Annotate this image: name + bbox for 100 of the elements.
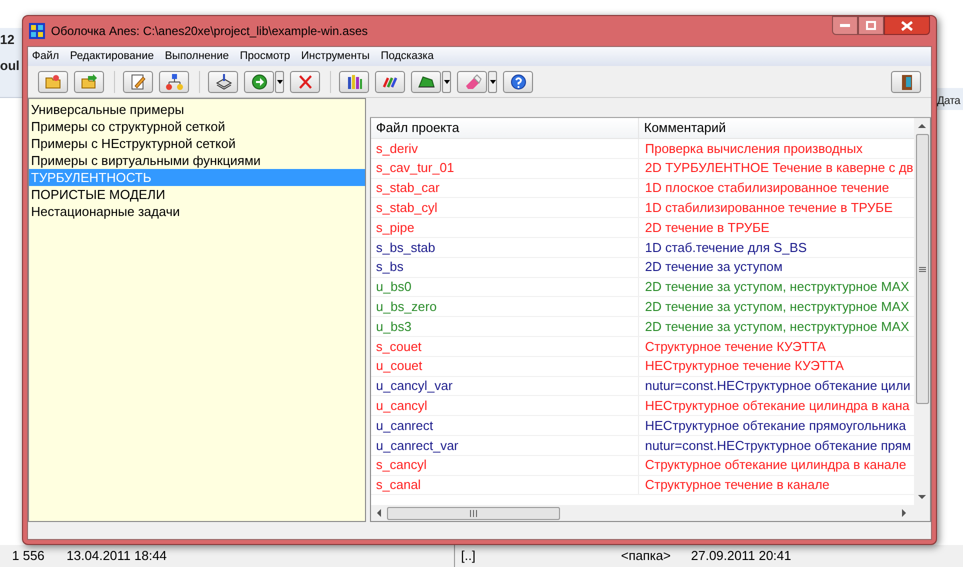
table-cell-text: nutur=const.НЕСтруктурное обтекание цили	[645, 377, 910, 396]
table-cell-text: 2D течение за уступом, неструктурное MAX	[645, 318, 910, 336]
table-row[interactable]: s_bs_stab 1D стаб.течение для S_BS	[371, 238, 914, 258]
minimize-button[interactable]	[832, 16, 858, 35]
menu-item[interactable]: Инструменты	[301, 48, 370, 65]
table-cell-text: s_couet	[376, 338, 422, 356]
category-item[interactable]: Примеры со структурной сеткой	[29, 118, 365, 135]
table-cell-text: Структурное течение КУЭТТА	[645, 338, 826, 356]
table-cell-text: 2D течение в ТРУБЕ	[645, 218, 770, 237]
table-cell-text: u_canrect_var	[376, 436, 458, 455]
table-cell-text: Структурное течение в канале	[645, 476, 830, 494]
table-cell-text: u_canrect	[376, 416, 434, 435]
table-cell-text: s_pipe	[376, 218, 414, 237]
toolbar-button[interactable]	[411, 70, 441, 92]
scroll-thumb[interactable]	[916, 134, 928, 404]
table-cell-text: 2D течение за уступом, неструктурное MAX	[645, 298, 910, 316]
help-icon	[508, 72, 528, 90]
table-row[interactable]: s_deriv Проверка вычисления производных	[371, 139, 914, 159]
toolbar-button[interactable]	[891, 70, 921, 92]
network-icon	[164, 72, 184, 90]
table-cell-text: u_bs3	[376, 318, 412, 336]
background-text: 12	[0, 31, 14, 49]
pencil-icon	[128, 72, 148, 90]
app-logo-icon	[29, 23, 45, 39]
status-text: 1 556	[12, 547, 45, 566]
toolbar-button[interactable]	[159, 70, 189, 92]
table-cell-text: u_couet	[376, 357, 422, 376]
table-row[interactable]: u_bs3 2D течение за уступом, неструктурное MAX	[371, 317, 914, 337]
window-title: Оболочка Anes: C:\anes20xe\project_lib\example-win.ases	[51, 23, 368, 40]
caret-icon	[276, 80, 282, 84]
vertical-scrollbar[interactable]	[914, 118, 930, 505]
table-row[interactable]: u_bs_zero 2D течение за уступом, неструктурное MAX	[371, 297, 914, 318]
table-row[interactable]: s_cav_tur_01 2D ТУРБУЛЕНТНОЕ Течение в каверне с дв	[371, 158, 914, 179]
folder-icon	[44, 72, 62, 90]
caret-icon	[490, 80, 496, 84]
toolbar-button[interactable]	[375, 70, 405, 92]
table-cell-text: s_bs	[376, 258, 404, 276]
column-header: Дата	[937, 94, 960, 109]
table-row[interactable]: u_couet НЕСтруктурное течение КУЭТТА	[371, 356, 914, 377]
background-text: oul	[0, 57, 20, 75]
dropdown-button[interactable]	[442, 70, 451, 92]
table-row[interactable]: s_couet Структурное течение КУЭТТА	[371, 336, 914, 357]
table-cell-text: НЕСтруктурное обтекание цилиндра в кана	[645, 397, 910, 416]
table-cell-text: s_bs_stab	[376, 238, 436, 257]
category-item[interactable]: Нестационарные задачи	[29, 203, 365, 220]
status-text: 27.09.2011 20:41	[691, 547, 792, 566]
toolbar-button[interactable]	[503, 70, 533, 92]
table-cell-text: s_cav_tur_01	[376, 159, 454, 178]
table-row[interactable]: s_cancyl Структурное обтекание цилиндра в канале	[371, 456, 914, 476]
table-cell-text: 1D стаб.течение для S_BS	[645, 238, 807, 257]
dropdown-button[interactable]	[488, 70, 497, 92]
close-icon	[901, 20, 913, 30]
category-item[interactable]: Универсальные примеры	[29, 101, 365, 118]
menu-item[interactable]: Редактирование	[70, 48, 154, 65]
table-cell-text: 1D стабилизированное течение в ТРУБЕ	[645, 199, 893, 218]
table-row[interactable]: u_canrect_var nutur=const.НЕСтруктурное обтекание прям	[371, 436, 914, 456]
menu-item[interactable]: Файл	[32, 48, 60, 65]
scroll-thumb[interactable]	[387, 506, 560, 520]
table-row[interactable]: s_pipe 2D течение в ТРУБЕ	[371, 218, 914, 238]
table-cell-text: НЕСтруктурное течение КУЭТТА	[645, 357, 844, 376]
dropdown-button[interactable]	[275, 70, 284, 92]
table-cell-text: s_deriv	[376, 140, 418, 158]
table-cell-text: 2D ТУРБУЛЕНТНОЕ Течение в каверне с дв	[645, 159, 914, 178]
column-header[interactable]: Файл проекта	[376, 118, 460, 138]
table-cell-text: НЕСтруктурное обтекание прямоугольника	[645, 416, 906, 435]
table-cell-text: Структурное обтекание цилиндра в канале	[645, 456, 906, 474]
menu-item[interactable]: Подсказка	[380, 48, 434, 65]
toolbar-button[interactable]	[208, 70, 238, 92]
maximize-icon	[866, 21, 876, 30]
table-row[interactable]: u_bs0 2D течение за уступом, неструктурное MAX	[371, 278, 914, 298]
toolbar-button[interactable]	[339, 70, 369, 92]
horizontal-scrollbar[interactable]	[371, 505, 930, 521]
folder-arrow-icon	[80, 72, 98, 90]
table-cell-text: 2D течение за уступом, неструктурное MAX	[645, 278, 910, 296]
status-text: [..]	[461, 547, 476, 566]
table-cell-text: u_cancyl_var	[376, 377, 453, 396]
menu-item[interactable]: Выполнение	[164, 48, 229, 65]
table-row[interactable]: u_cancyl НЕСтруктурное обтекание цилиндра в кана	[371, 396, 914, 416]
table-row[interactable]: u_canrect НЕСтруктурное обтекание прямоугольника	[371, 416, 914, 436]
category-item[interactable]: Примеры с НЕструктурной сеткой	[29, 135, 365, 152]
column-header[interactable]: Комментарий	[644, 118, 726, 138]
table-row[interactable]: s_canal Структурное течение в канале	[371, 476, 914, 496]
table-cell-text: u_cancyl	[376, 397, 428, 416]
table-row[interactable]: s_bs 2D течение за уступом	[371, 258, 914, 278]
maximize-button[interactable]	[858, 16, 884, 35]
table-cell-text: u_bs0	[376, 278, 412, 296]
stamp-icon	[214, 72, 232, 90]
toolbar-button[interactable]	[244, 70, 274, 92]
minimize-icon	[840, 24, 850, 27]
table-row[interactable]: s_stab_cyl 1D стабилизированное течение в ТРУБЕ	[371, 198, 914, 218]
menu-item[interactable]: Просмотр	[240, 48, 290, 65]
toolbar-button[interactable]	[123, 70, 153, 92]
caret-icon	[444, 80, 450, 84]
table-row[interactable]: u_cancyl_var nutur=const.НЕСтруктурное обтекание цили	[371, 376, 914, 396]
table-cell-text: 1D плоское стабилизированное течение	[645, 179, 890, 198]
table-cell-text: s_canal	[376, 476, 421, 494]
category-item[interactable]: Примеры с виртуальными функциями	[29, 152, 365, 169]
category-item[interactable]: ПОРИСТЫЕ МОДЕЛИ	[29, 186, 365, 203]
table-row[interactable]: s_stab_car 1D плоское стабилизированное течение	[371, 178, 914, 198]
close-button[interactable]	[884, 16, 930, 35]
